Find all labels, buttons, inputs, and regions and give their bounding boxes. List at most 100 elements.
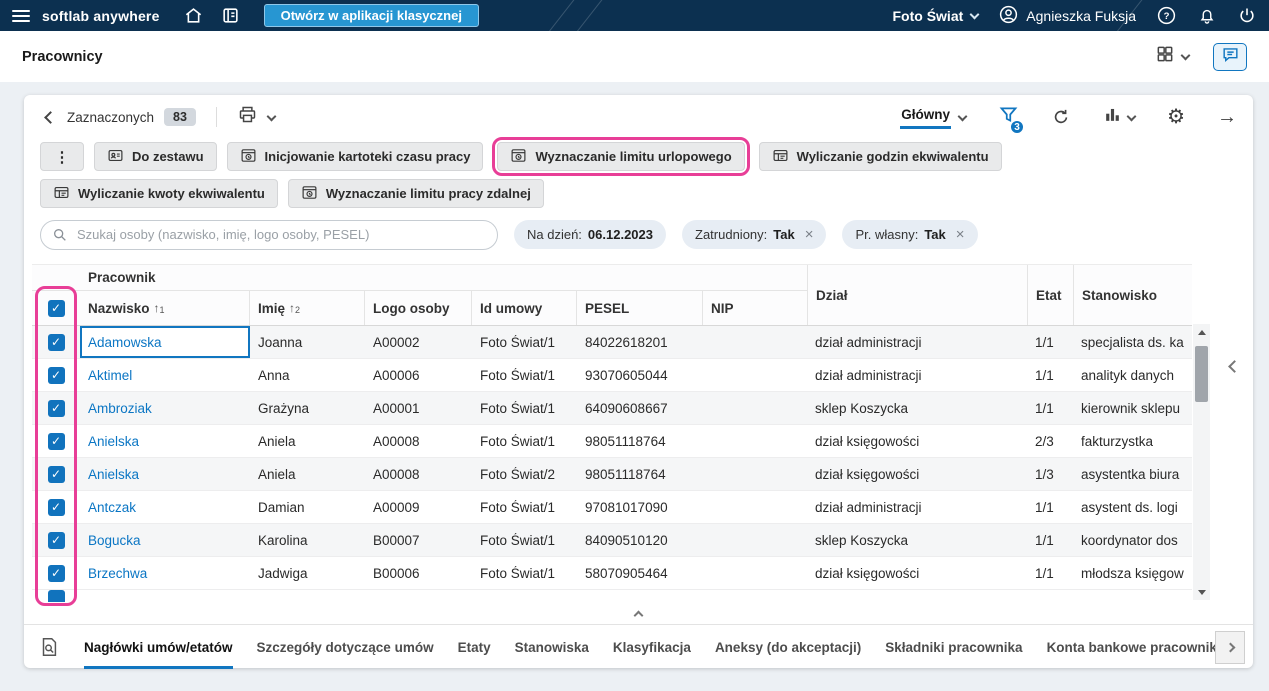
help-icon[interactable]: ?	[1156, 5, 1177, 26]
own-worker-filter-chip[interactable]: Pr. własny: Tak ×	[842, 220, 978, 249]
cell-pesel[interactable]: 98051118764	[577, 467, 703, 482]
home-icon[interactable]	[184, 6, 203, 25]
cell-id-umowy[interactable]: Foto Świat/1	[472, 434, 577, 449]
cell-dzial[interactable]: sklep Koszycka	[807, 401, 1027, 416]
row-checkbox[interactable]	[47, 590, 65, 602]
column-header-imie[interactable]: Imię ↑ 2	[250, 291, 365, 325]
tab-szczegoly-umow[interactable]: Szczegóły dotyczące umów	[257, 625, 434, 669]
table-row[interactable]: ✓ Adamowska Joanna A00002 Foto Świat/1 8…	[32, 326, 1192, 359]
cell-imie[interactable]: Jadwiga	[250, 566, 365, 581]
cell-nazwisko[interactable]: Brzechwa	[80, 566, 250, 581]
row-checkbox[interactable]: ✓	[47, 366, 65, 384]
tab-skladniki[interactable]: Składniki pracownika	[885, 625, 1022, 669]
cell-pesel[interactable]: 84090510120	[577, 533, 703, 548]
cell-stanowisko[interactable]: analityk danych	[1073, 368, 1192, 383]
table-row-partial[interactable]	[32, 590, 1192, 602]
inicjowanie-kartoteki-button[interactable]: Inicjowanie kartoteki czasu pracy	[226, 142, 484, 171]
cell-pesel[interactable]: 64090608667	[577, 401, 703, 416]
cell-imie[interactable]: Aniela	[250, 467, 365, 482]
cell-etat[interactable]: 1/1	[1027, 401, 1073, 416]
row-checkbox[interactable]: ✓	[47, 498, 65, 516]
cell-etat[interactable]: 1/1	[1027, 500, 1073, 515]
cell-id-umowy[interactable]: Foto Świat/1	[472, 335, 577, 350]
cell-etat[interactable]: 1/1	[1027, 566, 1073, 581]
column-header-dzial[interactable]: Dział	[807, 265, 1027, 325]
notifications-bell-icon[interactable]	[1197, 6, 1217, 26]
do-zestawu-button[interactable]: Do zestawu	[94, 142, 217, 171]
cell-logo-osoby[interactable]: A00008	[365, 434, 472, 449]
charts-button[interactable]	[1103, 105, 1137, 129]
cell-pesel[interactable]: 93070605044	[577, 368, 703, 383]
cell-dzial[interactable]: dział księgowości	[807, 434, 1027, 449]
cell-etat[interactable]: 1/1	[1027, 533, 1073, 548]
print-button[interactable]	[237, 104, 277, 130]
cell-stanowisko[interactable]: asystentka biura	[1073, 467, 1192, 482]
refresh-button[interactable]	[1051, 107, 1071, 127]
tab-etaty[interactable]: Etaty	[458, 625, 491, 669]
cell-pesel[interactable]: 84022618201	[577, 335, 703, 350]
column-header-nazwisko[interactable]: Nazwisko ↑ 1	[80, 291, 250, 325]
cell-id-umowy[interactable]: Foto Świat/1	[472, 368, 577, 383]
cell-stanowisko[interactable]: fakturzystka	[1073, 434, 1192, 449]
table-row[interactable]: ✓ Ambroziak Grażyna A00001 Foto Świat/1 …	[32, 392, 1192, 425]
hamburger-menu-icon[interactable]	[12, 9, 30, 22]
collapse-detail-button[interactable]	[24, 602, 1253, 624]
cell-logo-osoby[interactable]: B00007	[365, 533, 472, 548]
cell-stanowisko[interactable]: specjalista ds. ka	[1073, 335, 1192, 350]
filter-button[interactable]: 3	[998, 104, 1026, 135]
close-icon[interactable]: ×	[956, 227, 965, 242]
column-header-etat[interactable]: Etat	[1027, 265, 1073, 325]
wyznaczanie-limitu-pracy-zdalnej-button[interactable]: Wyznaczanie limitu pracy zdalnej	[287, 179, 544, 208]
cell-id-umowy[interactable]: Foto Świat/1	[472, 533, 577, 548]
collapse-side-panel-button[interactable]	[1225, 353, 1244, 381]
back-chevron-button[interactable]	[40, 109, 61, 126]
cell-etat[interactable]: 2/3	[1027, 434, 1073, 449]
cell-stanowisko[interactable]: asystent ds. logi	[1073, 500, 1192, 515]
cell-pesel[interactable]: 98051118764	[577, 434, 703, 449]
vertical-scrollbar[interactable]	[1193, 324, 1210, 600]
company-selector[interactable]: Foto Świat	[893, 8, 980, 24]
feedback-chat-button[interactable]	[1213, 42, 1247, 71]
row-checkbox[interactable]: ✓	[47, 399, 65, 417]
column-header-nip[interactable]: NIP	[703, 291, 807, 325]
search-input[interactable]	[40, 219, 498, 250]
cell-imie[interactable]: Anna	[250, 368, 365, 383]
cell-etat[interactable]: 1/1	[1027, 368, 1073, 383]
cell-id-umowy[interactable]: Foto Świat/1	[472, 500, 577, 515]
table-row[interactable]: ✓ Aktimel Anna A00006 Foto Świat/1 93070…	[32, 359, 1192, 392]
table-row[interactable]: ✓ Anielska Aniela A00008 Foto Świat/2 98…	[32, 458, 1192, 491]
cell-dzial[interactable]: dział administracji	[807, 368, 1027, 383]
cell-imie[interactable]: Joanna	[250, 335, 365, 350]
cell-nazwisko[interactable]: Adamowska	[80, 326, 250, 358]
column-header-pesel[interactable]: PESEL	[577, 291, 703, 325]
table-row[interactable]: ✓ Bogucka Karolina B00007 Foto Świat/1 8…	[32, 524, 1192, 557]
cell-nazwisko[interactable]: Ambroziak	[80, 401, 250, 416]
more-actions-button[interactable]: ⋮	[40, 142, 84, 171]
tab-stanowiska[interactable]: Stanowiska	[515, 625, 589, 669]
cell-nazwisko[interactable]: Anielska	[80, 467, 250, 482]
column-header-logo-osoby[interactable]: Logo osoby	[365, 291, 472, 325]
wyznaczanie-limitu-urlopowego-button[interactable]: Wyznaczanie limitu urlopowego	[497, 142, 745, 171]
cell-logo-osoby[interactable]: A00002	[365, 335, 472, 350]
row-checkbox[interactable]: ✓	[47, 465, 65, 483]
user-menu[interactable]: Agnieszka Fuksja	[998, 4, 1136, 28]
cell-dzial[interactable]: dział księgowości	[807, 467, 1027, 482]
cell-stanowisko[interactable]: młodsza księgow	[1073, 566, 1192, 581]
scroll-down-button[interactable]	[1193, 584, 1210, 600]
scrollbar-thumb[interactable]	[1195, 346, 1208, 402]
cell-id-umowy[interactable]: Foto Świat/1	[472, 401, 577, 416]
cell-imie[interactable]: Aniela	[250, 434, 365, 449]
cell-dzial[interactable]: dział księgowości	[807, 566, 1027, 581]
cell-dzial[interactable]: sklep Koszycka	[807, 533, 1027, 548]
table-row[interactable]: ✓ Brzechwa Jadwiga B00006 Foto Świat/1 5…	[32, 557, 1192, 590]
cell-imie[interactable]: Grażyna	[250, 401, 365, 416]
cell-logo-osoby[interactable]: A00006	[365, 368, 472, 383]
journal-icon[interactable]	[221, 6, 240, 25]
cell-logo-osoby[interactable]: A00001	[365, 401, 472, 416]
tab-naglowki-umow[interactable]: Nagłówki umów/etatów	[84, 625, 233, 669]
cell-dzial[interactable]: dział administracji	[807, 500, 1027, 515]
wyliczanie-godzin-button[interactable]: Wyliczanie godzin ekwiwalentu	[758, 142, 1002, 171]
cell-nazwisko[interactable]: Anielska	[80, 434, 250, 449]
chevron-down-icon[interactable]	[266, 111, 277, 121]
cell-dzial[interactable]: dział administracji	[807, 335, 1027, 350]
